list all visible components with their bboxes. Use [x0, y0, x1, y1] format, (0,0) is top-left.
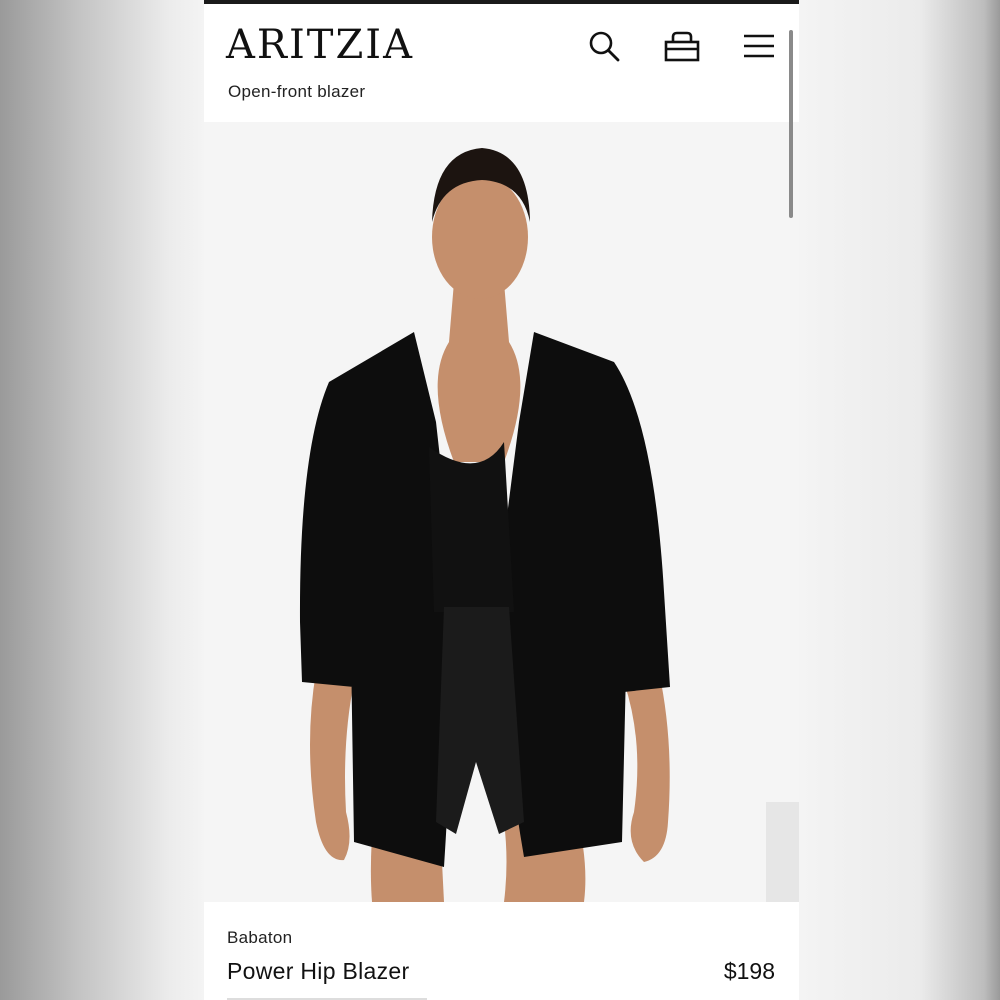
model-illustration — [299, 148, 670, 902]
search-icon — [589, 31, 620, 62]
background-right — [799, 0, 1000, 1000]
product-subtitle: Open-front blazer — [228, 82, 366, 101]
scrollbar[interactable] — [789, 30, 793, 218]
shopping-bag-icon — [664, 31, 700, 62]
product-price: $198 — [723, 958, 775, 984]
search-button[interactable] — [584, 26, 624, 66]
product-name[interactable]: Power Hip Blazer — [227, 958, 409, 985]
menu-button[interactable] — [739, 26, 779, 66]
phone-screen: ARITZIA Open-front blazer Babaton Power … — [204, 0, 799, 1000]
shopping-bag-button[interactable] — [662, 26, 702, 66]
site-header: ARITZIA Open-front blazer — [204, 4, 799, 122]
next-image-peek[interactable] — [766, 802, 799, 902]
aritzia-logo[interactable]: ARITZIA — [226, 20, 414, 70]
product-image[interactable] — [204, 122, 799, 902]
hamburger-menu-icon — [744, 34, 774, 58]
product-info: Babaton Power Hip Blazer $198 — [204, 902, 799, 1000]
product-brand[interactable]: Babaton — [227, 928, 292, 948]
